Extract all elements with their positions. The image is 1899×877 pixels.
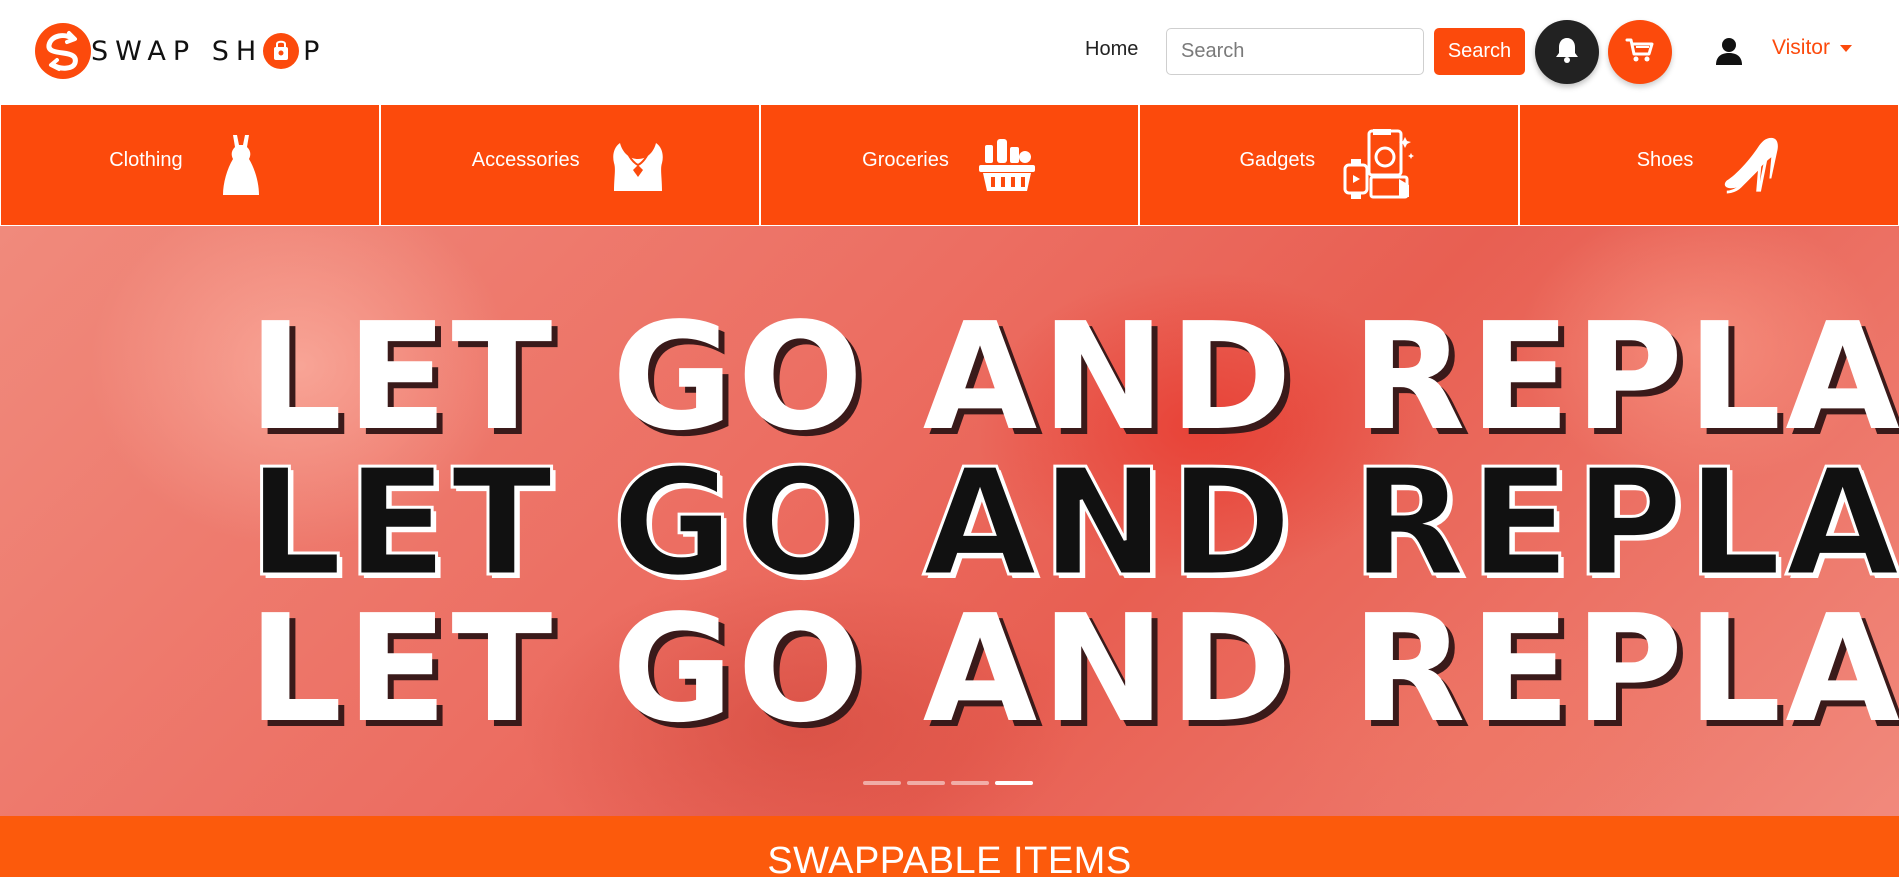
notifications-button[interactable] [1535,20,1599,84]
search-button[interactable]: Search [1434,28,1525,75]
carousel-indicator-1[interactable] [863,781,901,785]
swap-arrows-icon [35,23,91,79]
category-clothing[interactable]: Clothing [0,104,380,226]
gadgets-icon [1343,127,1419,203]
cart-icon [1625,36,1655,69]
hero-line: LET GO AND REPLACE [248,291,1899,463]
brand-logo[interactable]: SWAP SH P [35,23,326,79]
brand-name: SWAP SH P [91,33,326,69]
brand-name-part2: P [303,35,327,67]
dress-icon [211,131,271,199]
high-heels-icon [1721,131,1781,199]
user-icon[interactable] [1714,36,1744,66]
carousel-indicator-2[interactable] [907,781,945,785]
hero-text: LET GO AND REPLACE LET GO AND REPLACE LE… [247,291,1899,755]
navbar: SWAP SH P Home Search Search Visitor [0,0,1899,104]
category-bar: Clothing Accessories Groceries Gadgets S… [0,104,1899,226]
nav-home-link[interactable]: Home [1085,38,1138,61]
category-label: Clothing [109,148,183,171]
shopping-bag-icon [263,33,300,69]
bell-icon [1554,36,1580,69]
hero-carousel[interactable]: LET GO AND REPLACE LET GO AND REPLACE LE… [0,226,1899,816]
category-label: Groceries [862,148,949,171]
cart-button[interactable] [1608,20,1672,84]
swappable-items-section: SWAPPABLE ITEMS [0,816,1899,877]
user-menu-dropdown[interactable]: Visitor [1772,36,1852,60]
category-shoes[interactable]: Shoes [1519,104,1899,226]
carousel-indicator-4[interactable] [995,781,1033,785]
necklace-icon [608,131,668,199]
category-accessories[interactable]: Accessories [379,104,760,226]
category-label: Accessories [471,148,580,171]
category-groceries[interactable]: Groceries [759,104,1140,226]
brand-name-part1: SWAP SH [91,35,264,67]
category-label: Gadgets [1239,148,1316,171]
category-label: Shoes [1636,148,1694,171]
user-menu-label: Visitor [1772,36,1830,59]
search-input[interactable] [1166,28,1424,75]
grocery-basket-icon [977,131,1037,199]
hero-line: LET GO AND REPLACE [247,437,1899,609]
carousel-indicator-3[interactable] [951,781,989,785]
hero-line: LET GO AND REPLACE [248,583,1899,755]
category-gadgets[interactable]: Gadgets [1139,104,1520,226]
section-title: SWAPPABLE ITEMS [767,840,1132,877]
carousel-indicators [863,781,1033,785]
caret-down-icon [1839,44,1852,52]
